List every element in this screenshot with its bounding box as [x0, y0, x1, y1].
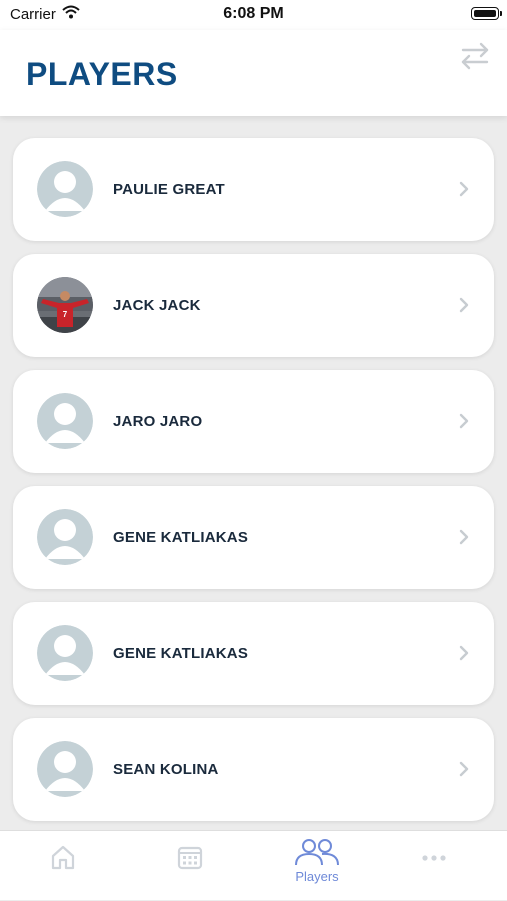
page-header: PLAYERS [0, 30, 507, 116]
chevron-right-icon [459, 645, 469, 661]
player-card[interactable]: GENE KATLIAKAS [13, 602, 494, 705]
avatar-placeholder [37, 393, 93, 449]
tab-players[interactable]: Players [254, 831, 380, 901]
player-list: PAULIE GREAT 7 JACK JACK JARO JARO GENE … [0, 116, 507, 830]
tab-players-label: Players [295, 869, 339, 884]
player-name: GENE KATLIAKAS [113, 645, 249, 662]
swap-arrows-icon[interactable] [457, 40, 493, 72]
more-icon [422, 855, 446, 861]
player-card[interactable]: SEAN KOLINA [13, 718, 494, 821]
home-icon [51, 845, 75, 870]
page-title: PLAYERS [26, 56, 178, 92]
tab-more[interactable] [371, 831, 497, 901]
player-name: SEAN KOLINA [113, 761, 219, 778]
player-card[interactable]: GENE KATLIAKAS [13, 486, 494, 589]
player-card[interactable]: PAULIE GREAT [13, 138, 494, 241]
players-icon [295, 839, 339, 866]
player-name: JACK JACK [113, 297, 201, 314]
chevron-right-icon [459, 529, 469, 545]
chevron-right-icon [459, 181, 469, 197]
chevron-right-icon [459, 761, 469, 777]
chevron-right-icon [459, 297, 469, 313]
calendar-icon [177, 846, 203, 870]
clock-time: 6:08 PM [223, 5, 284, 22]
tab-calendar[interactable] [127, 831, 253, 901]
avatar-placeholder [37, 741, 93, 797]
chevron-right-icon [459, 413, 469, 429]
tab-bar: Players [0, 830, 507, 900]
player-card[interactable]: JARO JARO [13, 370, 494, 473]
svg-text:7: 7 [63, 310, 68, 319]
battery-icon [471, 7, 502, 20]
player-card[interactable]: 7 JACK JACK [13, 254, 494, 357]
tab-home[interactable] [0, 831, 126, 901]
player-name: JARO JARO [113, 413, 203, 430]
status-bar: Carrier 6:08 PM [0, 0, 507, 30]
avatar-photo: 7 [37, 277, 93, 333]
avatar-placeholder [37, 509, 93, 565]
player-name: GENE KATLIAKAS [113, 529, 249, 546]
player-name: PAULIE GREAT [113, 181, 225, 198]
avatar-placeholder [37, 161, 93, 217]
avatar-placeholder [37, 625, 93, 681]
